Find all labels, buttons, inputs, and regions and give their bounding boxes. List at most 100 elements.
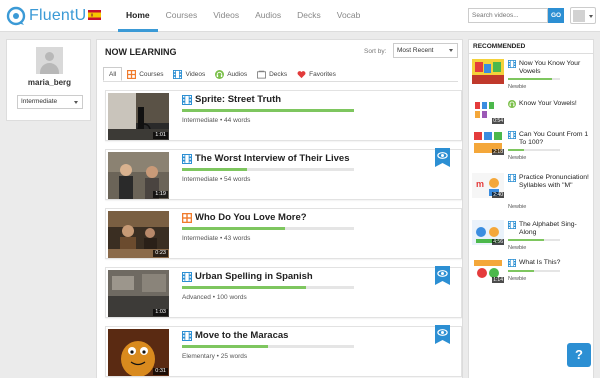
duration-badge: 2:40 — [492, 192, 504, 198]
recommended-title-text[interactable]: Know Your Vowels! — [519, 100, 589, 108]
card-title[interactable]: Urban Spelling in Spanish — [195, 271, 313, 282]
card-meta: Intermediate • 54 words — [182, 176, 251, 183]
nav-home[interactable]: Home — [118, 0, 158, 32]
filter-label: All — [109, 70, 117, 78]
search-go-button[interactable]: GO — [548, 8, 564, 23]
recommended-level: Newbie — [508, 276, 527, 282]
recommended-thumbnail[interactable] — [472, 59, 504, 84]
filter-decks[interactable]: Decks — [252, 67, 292, 81]
heart-icon — [297, 70, 306, 79]
course-icon — [127, 70, 136, 79]
video-thumbnail[interactable]: 0:23 — [108, 211, 169, 258]
progress-bar — [508, 78, 560, 80]
recommended-item[interactable]: 4:56 The Alphabet Sing-Along Newbie — [472, 220, 590, 262]
nav-courses[interactable]: Courses — [158, 0, 206, 32]
card-word-count: 25 words — [220, 353, 248, 360]
filter-favorites[interactable]: Favorites — [292, 67, 341, 81]
recommended-title-text[interactable]: Can You Count From 1 To 100? — [519, 131, 589, 147]
card-title[interactable]: Sprite: Street Truth — [195, 94, 281, 105]
avatar-head — [45, 52, 54, 61]
user-menu-dropdown[interactable] — [570, 7, 596, 24]
spain-flag-icon[interactable] — [88, 10, 101, 20]
nav-audios[interactable]: Audios — [247, 0, 289, 32]
brand-name: FluentU — [29, 7, 87, 24]
top-navbar: FluentU Home Courses Videos Audios Decks… — [0, 0, 600, 32]
filter-videos[interactable]: Videos — [168, 67, 210, 81]
content-card[interactable]: 1:19 The Worst Interview of Their Lives … — [105, 149, 462, 200]
chevron-down-icon — [449, 49, 453, 52]
content-card[interactable]: 1:03 Urban Spelling in Spanish Advanced … — [105, 267, 462, 318]
duration-badge: 4:56 — [492, 239, 504, 245]
recommended-title-text[interactable]: What Is This? — [519, 259, 589, 267]
video-thumbnail[interactable]: 1:01 — [108, 93, 169, 140]
video-type-icon — [182, 95, 192, 105]
recommended-item[interactable]: 2:18 Can You Count From 1 To 100? Newbie — [472, 130, 590, 172]
recommended-item[interactable]: Now You Know Your Vowels Newbie — [472, 59, 590, 101]
level-value: Intermediate — [21, 98, 58, 105]
help-button[interactable]: ? — [567, 343, 591, 367]
filter-label: Videos — [185, 70, 206, 78]
duration-badge: 1:14 — [492, 277, 504, 283]
recommended-thumbnail[interactable]: 4:56 — [472, 220, 504, 245]
bookmark-ribbon-icon[interactable] — [435, 148, 450, 167]
card-title[interactable]: Who Do You Love More? — [195, 212, 307, 223]
recommended-thumbnail[interactable]: 0:54 — [472, 99, 504, 124]
video-thumbnail[interactable]: 1:03 — [108, 270, 169, 317]
card-title[interactable]: Move to the Maracas — [195, 330, 288, 341]
recommended-item[interactable]: m 2:40 Practice Pronunciation! Syllables… — [472, 173, 590, 215]
progress-bar — [182, 286, 354, 289]
card-title[interactable]: The Worst Interview of Their Lives — [195, 153, 350, 164]
sort-select[interactable]: Most Recent — [393, 43, 458, 58]
nav-decks[interactable]: Decks — [289, 0, 329, 32]
search-input[interactable] — [468, 8, 548, 23]
nav-vocab[interactable]: Vocab — [329, 0, 369, 32]
recommended-title-text[interactable]: The Alphabet Sing-Along — [519, 221, 589, 237]
filter-all[interactable]: All — [103, 67, 123, 81]
bookmark-ribbon-icon[interactable] — [435, 325, 450, 344]
recommended-level: Newbie — [508, 155, 527, 161]
recommended-level: Newbie — [508, 204, 527, 210]
card-meta: Elementary • 25 words — [182, 353, 248, 360]
recommended-title-text[interactable]: Now You Know Your Vowels — [519, 60, 589, 76]
content-card[interactable]: 1:01 Sprite: Street Truth Intermediate •… — [105, 90, 462, 141]
duration-badge: 1:19 — [153, 191, 168, 198]
recommended-title-text[interactable]: Practice Pronunciation! Syllables with "… — [519, 174, 589, 190]
card-level: Intermediate — [182, 117, 219, 124]
progress-fill — [508, 239, 545, 241]
progress-bar — [508, 270, 560, 272]
username: maria_berg — [27, 78, 72, 87]
profile-card: maria_berg Intermediate — [6, 39, 91, 121]
logo-bubble-icon — [6, 6, 26, 26]
level-select[interactable]: Intermediate — [17, 95, 83, 109]
fluentu-logo[interactable]: FluentU — [6, 6, 86, 26]
recommended-thumbnail[interactable]: m 2:40 — [472, 173, 504, 198]
video-thumbnail[interactable]: 0:31 — [108, 329, 169, 376]
deck-icon — [257, 70, 266, 79]
filter-tabs: All Courses Videos Audios Decks Favorite… — [103, 67, 341, 81]
chevron-down-icon — [74, 101, 78, 104]
progress-fill — [182, 109, 354, 112]
recommended-level: Newbie — [508, 245, 527, 251]
duration-badge: 1:03 — [153, 309, 168, 316]
avatar[interactable] — [36, 47, 63, 74]
content-card[interactable]: 0:23 Who Do You Love More? Intermediate … — [105, 208, 462, 259]
recommended-thumbnail[interactable]: 1:14 — [472, 258, 504, 283]
bookmark-ribbon-icon[interactable] — [435, 266, 450, 285]
recommended-thumbnail[interactable]: 2:18 — [472, 130, 504, 155]
sort-label: Sort by: — [364, 48, 387, 55]
video-type-icon — [508, 221, 516, 229]
svg-text:m: m — [476, 179, 484, 189]
progress-fill — [182, 286, 306, 289]
recommended-item[interactable]: 1:14 What Is This? Newbie — [472, 258, 590, 300]
filter-audios[interactable]: Audios — [210, 67, 252, 81]
nav-videos[interactable]: Videos — [205, 0, 247, 32]
filter-courses[interactable]: Courses — [122, 67, 168, 81]
video-type-icon — [508, 259, 516, 267]
recommended-title: RECOMMENDED — [473, 43, 526, 50]
recommended-panel: RECOMMENDED Now You Know Your Vowels New… — [468, 39, 594, 378]
video-type-icon — [508, 60, 516, 68]
video-icon — [173, 70, 182, 79]
content-card[interactable]: 0:31 Move to the Maracas Elementary • 25… — [105, 326, 462, 377]
audio-icon — [215, 70, 224, 79]
video-thumbnail[interactable]: 1:19 — [108, 152, 169, 199]
